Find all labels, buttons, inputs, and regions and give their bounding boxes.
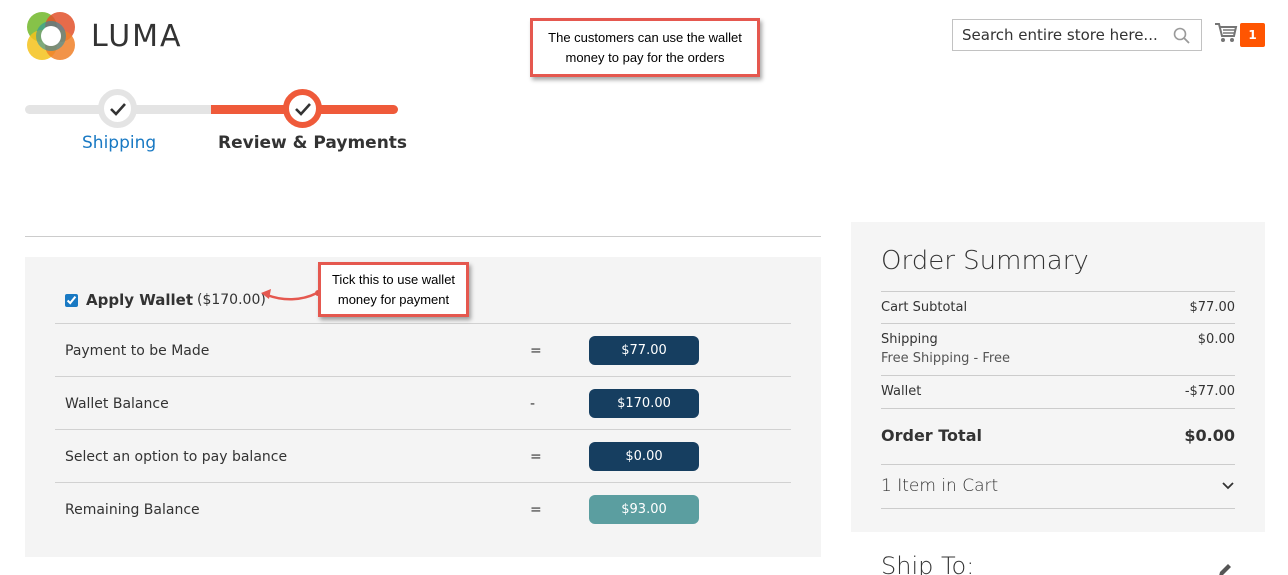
- order-summary-title: Order Summary: [881, 246, 1089, 276]
- wallet-row-value: $0.00: [589, 442, 699, 471]
- wallet-row-operator: =: [530, 448, 542, 465]
- callout-tick-hint: Tick this to use wallet money for paymen…: [318, 262, 469, 317]
- wallet-row-operator: =: [530, 501, 542, 518]
- order-summary: Order Summary Cart Subtotal $77.00 Shipp…: [851, 222, 1265, 532]
- apply-wallet-row: Apply Wallet ($170.00): [65, 290, 266, 310]
- ship-to-title: Ship To:: [881, 552, 975, 575]
- search-icon[interactable]: [1173, 27, 1191, 45]
- wallet-row-label: Wallet Balance: [65, 395, 169, 412]
- divider: [881, 464, 1235, 465]
- wallet-row-value: $77.00: [589, 336, 699, 365]
- callout-arrow-icon: [261, 289, 321, 301]
- minicart[interactable]: 1: [1214, 20, 1266, 50]
- chevron-down-icon: [1221, 476, 1235, 496]
- wallet-row: Wallet Balance - $170.00: [55, 376, 791, 429]
- divider: [881, 408, 1235, 409]
- order-total-value: $0.00: [1184, 426, 1235, 445]
- wallet-label: Wallet: [881, 384, 922, 399]
- cart-icon: [1214, 22, 1238, 48]
- step-review-check-icon: [283, 89, 322, 128]
- step-shipping-check-icon[interactable]: [98, 89, 137, 128]
- wallet-row-label: Payment to be Made: [65, 342, 210, 359]
- search-box: [952, 19, 1202, 51]
- wallet-row: Remaining Balance = $93.00: [55, 482, 791, 535]
- checkout-progress-bar: Shipping Review & Payments: [25, 86, 407, 156]
- shipping-method: Free Shipping - Free: [881, 351, 1010, 366]
- subtotal-value: $77.00: [1189, 300, 1236, 315]
- shipping-label: Shipping: [881, 332, 938, 347]
- apply-wallet-checkbox[interactable]: [65, 293, 78, 307]
- summary-shipping-row: Shipping Free Shipping - Free $0.00: [881, 332, 1235, 366]
- wallet-row: Payment to be Made = $77.00: [55, 323, 791, 376]
- wallet-row-operator: =: [530, 342, 542, 359]
- callout-tick-hint-text: Tick this to use wallet money for paymen…: [331, 271, 456, 307]
- callout-wallet-info: The customers can use the wallet money t…: [530, 18, 760, 77]
- callout-wallet-info-text: The customers can use the wallet money t…: [548, 29, 742, 65]
- divider: [25, 236, 821, 237]
- shipping-label-group: Shipping Free Shipping - Free: [881, 332, 1010, 366]
- subtotal-label: Cart Subtotal: [881, 300, 968, 315]
- wallet-row-operator: -: [530, 395, 536, 412]
- step-shipping-link[interactable]: Shipping: [82, 133, 156, 153]
- edit-pencil-icon[interactable]: [1216, 561, 1234, 575]
- search-input[interactable]: [953, 21, 1163, 49]
- wallet-row-label: Select an option to pay balance: [65, 448, 288, 465]
- step-review-payments-label: Review & Payments: [218, 133, 408, 153]
- wallet-row: Select an option to pay balance = $0.00: [55, 429, 791, 482]
- wallet-row-value: $93.00: [589, 495, 699, 524]
- wallet-row-value: $170.00: [589, 389, 699, 418]
- summary-wallet-row: Wallet -$77.00: [881, 384, 1235, 399]
- order-total-label: Order Total: [881, 426, 982, 445]
- wallet-row-label: Remaining Balance: [65, 501, 200, 518]
- divider: [881, 375, 1235, 376]
- wallet-value: -$77.00: [1184, 384, 1235, 399]
- divider: [881, 323, 1235, 324]
- divider: [881, 508, 1235, 509]
- apply-wallet-label[interactable]: Apply Wallet: [86, 291, 193, 309]
- luma-logo-icon: [25, 10, 77, 62]
- divider: [881, 291, 1235, 292]
- items-in-cart-toggle[interactable]: 1 Item in Cart: [881, 476, 1235, 496]
- wallet-amount: ($170.00): [197, 292, 266, 308]
- logo-text: LUMA: [91, 18, 183, 54]
- summary-subtotal-row: Cart Subtotal $77.00: [881, 300, 1235, 315]
- store-logo[interactable]: LUMA: [25, 10, 195, 62]
- cart-count-badge: 1: [1240, 23, 1265, 47]
- summary-total-row: Order Total $0.00: [881, 426, 1235, 445]
- items-in-cart-label: 1 Item in Cart: [881, 476, 999, 496]
- wallet-breakdown-table: Payment to be Made = $77.00 Wallet Balan…: [55, 323, 791, 535]
- shipping-value: $0.00: [1197, 332, 1235, 347]
